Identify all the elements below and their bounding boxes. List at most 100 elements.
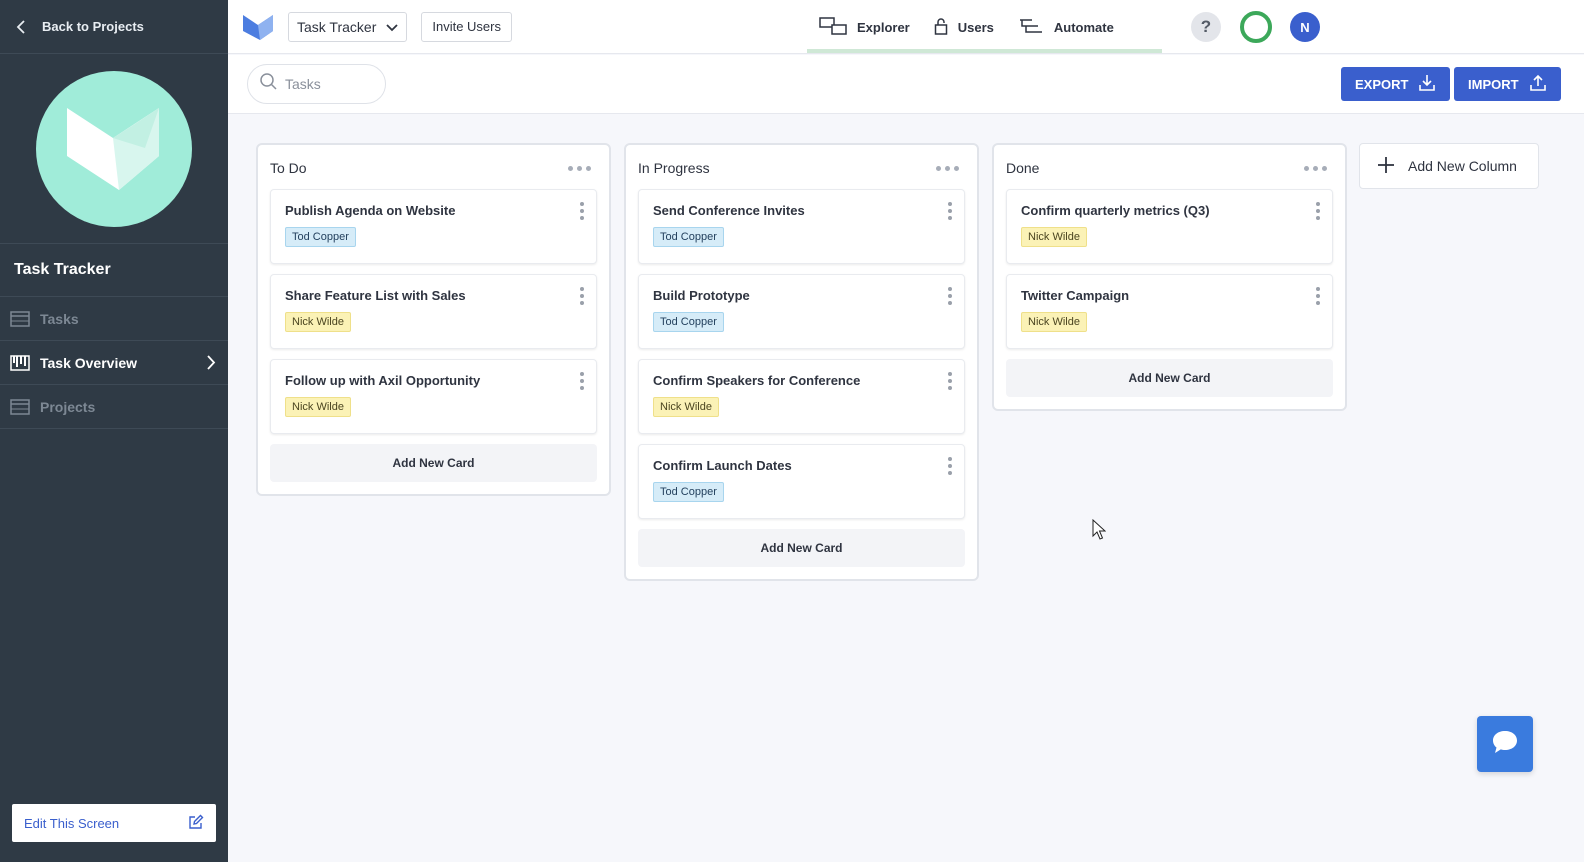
card-title: Confirm Launch Dates (653, 458, 792, 473)
card-title: Share Feature List with Sales (285, 288, 466, 303)
task-card[interactable]: Follow up with Axil Opportunity Nick Wil… (270, 359, 597, 434)
status-indicator[interactable] (1240, 11, 1272, 43)
card-menu-icon[interactable] (948, 202, 952, 220)
chat-button[interactable] (1477, 716, 1533, 772)
card-menu-icon[interactable] (580, 287, 584, 305)
app-select-value: Task Tracker (297, 18, 377, 35)
column-title: In Progress (638, 160, 710, 176)
nav-explorer-label: Explorer (857, 19, 910, 35)
card-menu-icon[interactable] (948, 372, 952, 390)
add-new-column-button[interactable]: Add New Column (1359, 143, 1539, 189)
board-column-to-do: To Do Publish Agenda on Website Tod Copp… (256, 143, 611, 496)
search-box[interactable] (247, 64, 386, 104)
edit-icon (188, 814, 204, 833)
app-logo-icon (67, 107, 159, 190)
card-menu-icon[interactable] (1316, 202, 1320, 220)
card-title: Build Prototype (653, 288, 750, 303)
card-title: Follow up with Axil Opportunity (285, 373, 481, 388)
nav-users[interactable]: Users (922, 0, 1006, 54)
column-menu-icon[interactable] (1304, 165, 1333, 171)
task-card[interactable]: Share Feature List with Sales Nick Wilde (270, 274, 597, 349)
nav-active-indicator (807, 49, 1162, 53)
task-card[interactable]: Confirm quarterly metrics (Q3) Nick Wild… (1006, 189, 1333, 264)
add-new-column-label: Add New Column (1408, 158, 1517, 174)
top-nav: Explorer Users Automate (807, 0, 1126, 54)
table-icon (10, 398, 30, 415)
assignee-tag: Tod Copper (285, 227, 356, 247)
add-new-card-button[interactable]: Add New Card (270, 444, 597, 482)
lock-icon (934, 17, 958, 38)
app-logo-area (0, 54, 228, 244)
export-label: EXPORT (1355, 76, 1409, 92)
nav-explorer[interactable]: Explorer (807, 0, 922, 54)
sidebar-item-label: Projects (40, 398, 96, 415)
task-card[interactable]: Twitter Campaign Nick Wilde (1006, 274, 1333, 349)
help-button[interactable]: ? (1191, 12, 1221, 42)
sidebar-item-task-overview[interactable]: Task Overview (0, 341, 228, 385)
column-header: Done (1006, 155, 1333, 181)
app-select-dropdown[interactable]: Task Tracker (288, 11, 408, 42)
board-column-done: Done Confirm quarterly metrics (Q3) Nick… (992, 143, 1347, 411)
assignee-tag: Tod Copper (653, 312, 724, 332)
user-avatar[interactable]: N (1290, 12, 1320, 42)
column-header: In Progress (638, 155, 965, 181)
add-new-card-button[interactable]: Add New Card (638, 529, 965, 567)
add-new-card-button[interactable]: Add New Card (1006, 359, 1333, 397)
chat-bubble-icon (1491, 729, 1519, 760)
mouse-cursor-icon (1092, 518, 1107, 546)
invite-users-button[interactable]: Invite Users (421, 11, 512, 42)
sidebar-item-tasks[interactable]: Tasks (0, 297, 228, 341)
toolbar: EXPORT IMPORT (228, 55, 1584, 114)
sidebar-item-projects[interactable]: Projects (0, 385, 228, 429)
chevron-right-icon (207, 355, 216, 373)
kanban-board: To Do Publish Agenda on Website Tod Copp… (228, 115, 1584, 862)
table-icon (10, 310, 30, 327)
assignee-tag: Nick Wilde (285, 397, 351, 417)
assignee-tag: Nick Wilde (653, 397, 719, 417)
nav-users-label: Users (957, 19, 994, 35)
card-menu-icon[interactable] (948, 457, 952, 475)
nav-automate[interactable]: Automate (1006, 0, 1126, 54)
column-menu-icon[interactable] (568, 165, 597, 171)
edit-screen-button[interactable]: Edit This Screen (12, 804, 216, 842)
column-menu-icon[interactable] (936, 165, 965, 171)
back-to-projects-link[interactable]: Back to Projects (0, 0, 228, 54)
nav-automate-label: Automate (1053, 19, 1114, 35)
task-card[interactable]: Confirm Speakers for Conference Nick Wil… (638, 359, 965, 434)
explorer-icon (819, 16, 857, 38)
card-menu-icon[interactable] (948, 287, 952, 305)
task-card[interactable]: Send Conference Invites Tod Copper (638, 189, 965, 264)
plus-icon (1378, 156, 1408, 176)
sidebar: Back to Projects Task Tracker Tasks Task… (0, 0, 228, 862)
automate-icon (1018, 17, 1054, 38)
card-menu-icon[interactable] (1316, 287, 1320, 305)
brand-logo-icon[interactable] (242, 11, 274, 43)
task-card[interactable]: Publish Agenda on Website Tod Copper (270, 189, 597, 264)
edit-screen-label: Edit This Screen (24, 815, 120, 831)
column-header: To Do (270, 155, 597, 181)
import-button[interactable]: IMPORT (1454, 67, 1561, 101)
card-menu-icon[interactable] (580, 202, 584, 220)
assignee-tag: Nick Wilde (285, 312, 351, 332)
assignee-tag: Tod Copper (653, 227, 724, 247)
search-input[interactable] (285, 76, 375, 92)
back-to-projects-label: Back to Projects (42, 19, 144, 34)
sidebar-item-label: Task Overview (40, 354, 138, 371)
export-button[interactable]: EXPORT (1341, 67, 1451, 101)
assignee-tag: Nick Wilde (1021, 227, 1087, 247)
task-card[interactable]: Confirm Launch Dates Tod Copper (638, 444, 965, 519)
card-title: Confirm quarterly metrics (Q3) (1021, 203, 1210, 218)
card-title: Send Conference Invites (653, 203, 805, 218)
assignee-tag: Nick Wilde (1021, 312, 1087, 332)
sidebar-item-label: Tasks (40, 310, 79, 327)
download-icon (1408, 74, 1436, 95)
chevron-down-icon (386, 19, 398, 35)
import-label: IMPORT (1468, 76, 1519, 92)
column-title: To Do (270, 160, 307, 176)
kanban-icon (10, 354, 30, 371)
column-title: Done (1006, 160, 1040, 176)
task-card[interactable]: Build Prototype Tod Copper (638, 274, 965, 349)
upload-icon (1519, 74, 1547, 95)
assignee-tag: Tod Copper (653, 482, 724, 502)
card-menu-icon[interactable] (580, 372, 584, 390)
